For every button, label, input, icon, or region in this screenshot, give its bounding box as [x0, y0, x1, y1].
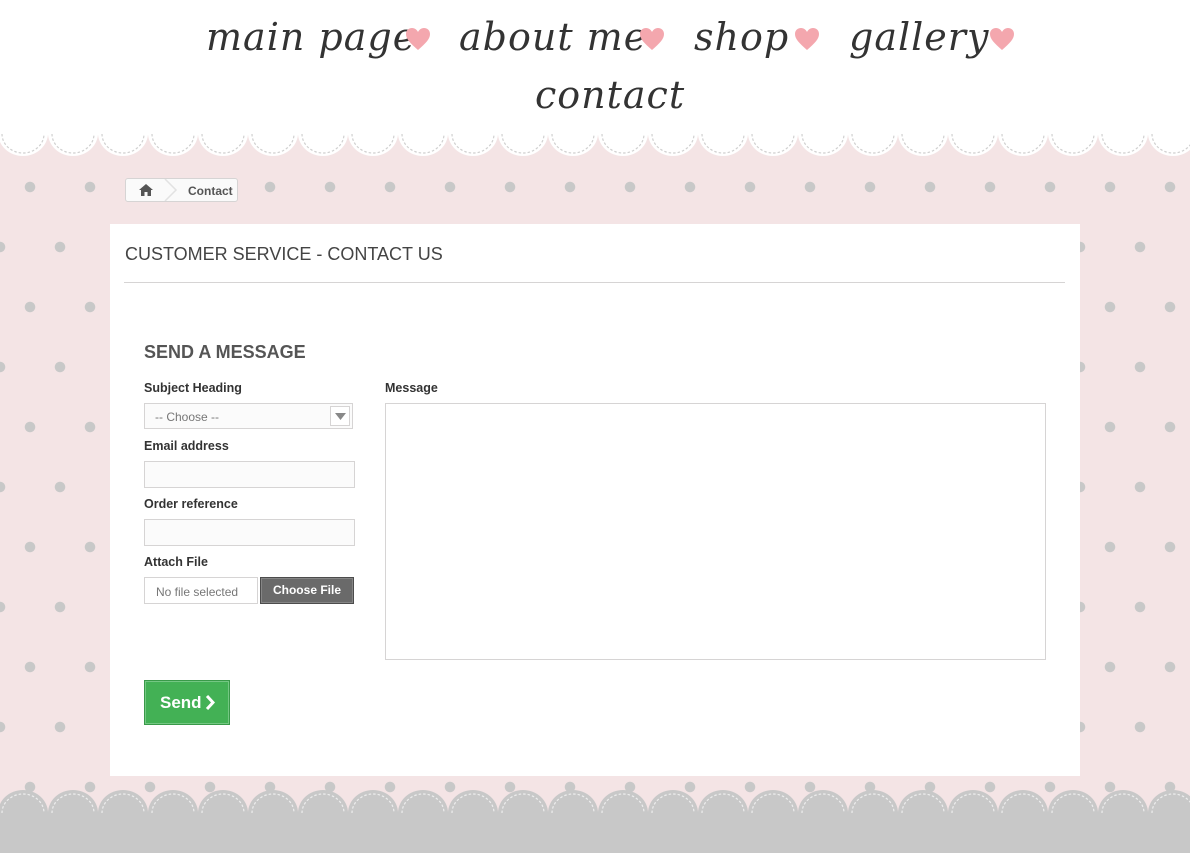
page-title: CUSTOMER SERVICE - CONTACT US [125, 244, 443, 264]
select-arrow-button[interactable] [330, 406, 350, 426]
order-reference-label: Order reference [144, 497, 238, 511]
title-divider [124, 282, 1065, 283]
subject-select[interactable]: -- Choose -- [144, 403, 353, 429]
subject-select-value: -- Choose -- [155, 410, 220, 424]
nav-about-me[interactable]: about me [459, 15, 647, 59]
breadcrumb-current: Contact [188, 184, 233, 198]
nav-gallery[interactable]: gallery [849, 15, 989, 59]
choose-file-button[interactable]: Choose File [260, 577, 354, 604]
file-status: No file selected [144, 577, 258, 604]
nav-contact[interactable]: contact [535, 73, 685, 117]
email-field[interactable] [144, 461, 355, 488]
email-label: Email address [144, 439, 229, 453]
home-icon [139, 184, 153, 196]
heart-icon [406, 28, 430, 50]
breadcrumb: Contact [125, 178, 238, 202]
footer-scallop-border [0, 788, 1190, 828]
send-button-label: Send [160, 693, 202, 712]
breadcrumb-home-link[interactable] [126, 179, 166, 201]
attach-file-label: Attach File [144, 555, 208, 569]
chevron-down-icon [335, 413, 346, 420]
heart-icon [795, 28, 819, 50]
nav-shop[interactable]: shop [694, 15, 789, 59]
subject-label: Subject Heading [144, 381, 242, 395]
send-button[interactable]: Send [144, 680, 230, 725]
main-navigation: main page about me shop gallery contact [0, 0, 1190, 135]
order-reference-field[interactable] [144, 519, 355, 546]
form-heading: SEND A MESSAGE [144, 342, 306, 362]
heart-icon [640, 28, 664, 50]
heart-icon [990, 28, 1014, 50]
message-label: Message [385, 381, 438, 395]
chevron-right-icon [205, 695, 215, 710]
message-textarea[interactable] [385, 403, 1046, 660]
contact-panel: CUSTOMER SERVICE - CONTACT US SEND A MES… [110, 224, 1080, 776]
breadcrumb-separator-icon [164, 179, 178, 201]
nav-main-page[interactable]: main page [206, 15, 416, 59]
